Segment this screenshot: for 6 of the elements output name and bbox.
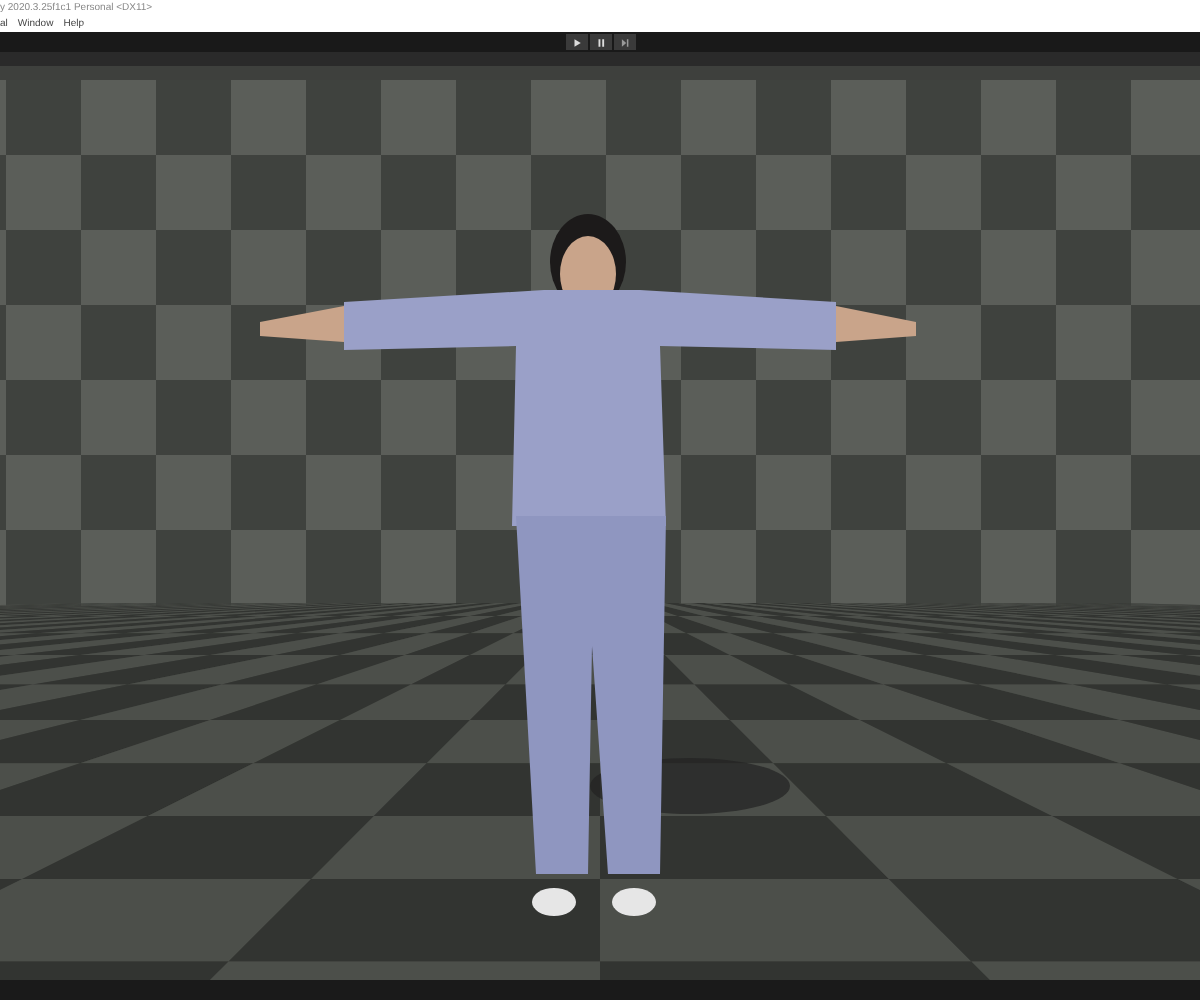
- play-button[interactable]: [565, 34, 587, 50]
- step-button[interactable]: [613, 34, 635, 50]
- pause-button[interactable]: [589, 34, 611, 50]
- pause-icon: [595, 37, 605, 47]
- play-icon: [571, 37, 581, 47]
- step-icon: [619, 37, 629, 47]
